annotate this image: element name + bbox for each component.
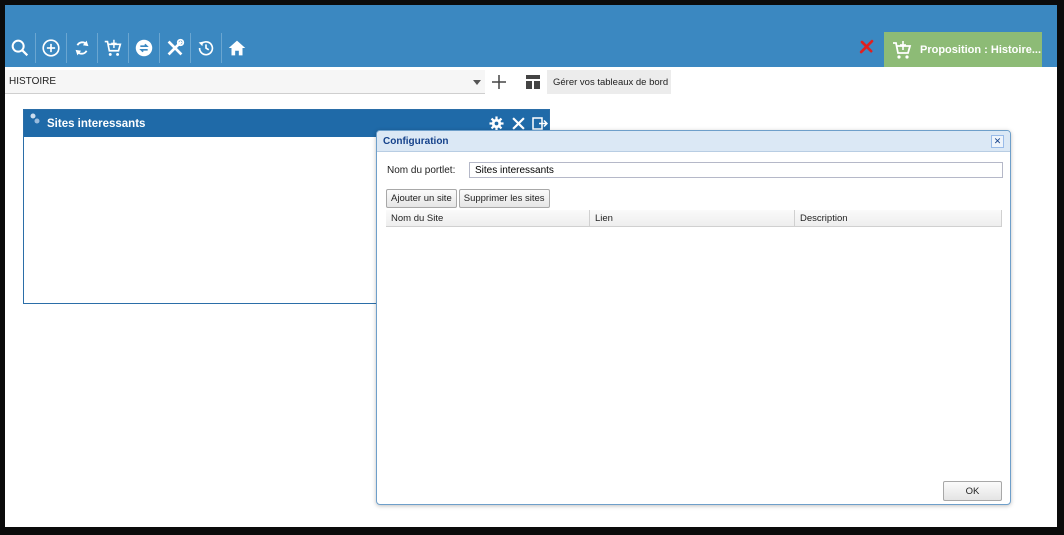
dashboard-select[interactable]: HISTOIRE bbox=[5, 70, 485, 94]
remove-sites-button[interactable]: Supprimer les sites bbox=[458, 189, 550, 208]
dashboard-bar: HISTOIRE Gérer vos tableaux de bord bbox=[5, 68, 1057, 94]
portlet-title: Sites interessants bbox=[47, 117, 146, 130]
refresh-icon[interactable] bbox=[67, 33, 98, 63]
dashboard-selected-value: HISTOIRE bbox=[9, 76, 57, 87]
top-app-bar: Proposition : Histoire... bbox=[5, 5, 1057, 67]
ok-button[interactable]: OK bbox=[943, 481, 1002, 501]
app-window: Proposition : Histoire... HISTOIRE Gérer… bbox=[5, 5, 1057, 527]
column-header-description[interactable]: Description bbox=[795, 210, 1002, 226]
portlet-drag-icon[interactable] bbox=[29, 113, 41, 128]
portlet-name-row: Nom du portlet: bbox=[387, 162, 1005, 178]
search-icon[interactable] bbox=[5, 33, 36, 63]
home-icon[interactable] bbox=[222, 33, 252, 63]
portlet-name-input[interactable] bbox=[469, 162, 1003, 178]
chevron-down-icon bbox=[473, 78, 481, 89]
add-site-button[interactable]: Ajouter un site bbox=[386, 189, 457, 208]
site-actions: Ajouter un site Supprimer les sites bbox=[386, 189, 550, 208]
column-header-link[interactable]: Lien bbox=[590, 210, 795, 226]
proposition-button[interactable]: Proposition : Histoire... bbox=[884, 32, 1042, 67]
history-icon[interactable] bbox=[191, 33, 222, 63]
add-dashboard-icon[interactable] bbox=[487, 70, 511, 94]
cart-icon bbox=[884, 38, 920, 62]
proposition-label: Proposition : Histoire... bbox=[920, 43, 1042, 56]
sites-grid-header: Nom du Site Lien Description bbox=[386, 210, 1002, 227]
tools-icon[interactable] bbox=[160, 33, 191, 63]
add-circle-icon[interactable] bbox=[36, 33, 67, 63]
cart-icon[interactable] bbox=[98, 33, 129, 63]
main-toolbar bbox=[5, 32, 252, 64]
manage-dashboards-label: Gérer vos tableaux de bord bbox=[553, 76, 669, 88]
layout-icon[interactable] bbox=[521, 70, 545, 94]
configuration-dialog: Configuration ✕ Nom du portlet: Ajouter … bbox=[376, 130, 1011, 505]
swap-icon[interactable] bbox=[129, 33, 160, 63]
dialog-title: Configuration bbox=[383, 136, 449, 147]
manage-dashboards-button[interactable]: Gérer vos tableaux de bord bbox=[547, 70, 671, 94]
portlet-name-label: Nom du portlet: bbox=[387, 165, 456, 176]
dialog-header: Configuration ✕ bbox=[377, 131, 1010, 152]
close-icon[interactable]: ✕ bbox=[991, 135, 1004, 148]
cancel-icon[interactable] bbox=[855, 35, 879, 59]
column-header-site-name[interactable]: Nom du Site bbox=[386, 210, 590, 226]
